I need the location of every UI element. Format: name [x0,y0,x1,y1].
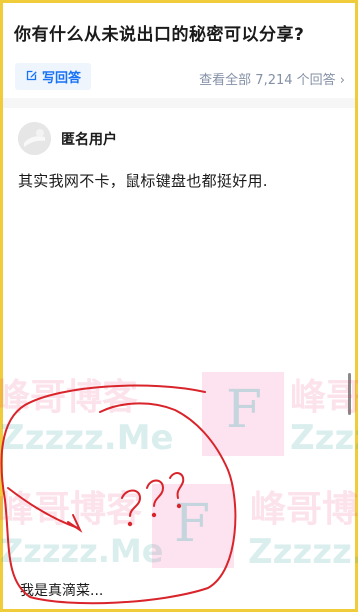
view-all-answers-link[interactable]: 查看全部 7,214 个回答 › [199,69,345,88]
question-title[interactable]: 你有什么从未说出口的秘密可以分享? [14,20,304,45]
watermark-letter: F [174,494,211,554]
answer-content[interactable]: 其实我网不卡，鼠标键盘也都挺好用. [18,170,268,191]
author-name[interactable]: 匿名用户 [61,129,117,149]
watermark-text: 峰哥博客 [0,377,139,418]
write-answer-button[interactable]: 写回答 [15,63,91,90]
edit-icon [25,67,38,86]
answer-truncated-text[interactable]: 我是真滴菜... [20,580,103,600]
watermark-text: Zzzzz.Me [248,532,358,572]
write-answer-label: 写回答 [41,71,81,86]
section-divider [3,98,355,108]
chevron-right-icon: › [339,73,345,88]
watermark-text: 峰哥博客 [250,489,358,530]
watermark-text: Zzzzz.Me [0,418,174,458]
watermark-text: Zzzzz.Me [0,532,164,570]
answer-author[interactable]: 匿名用户 [18,122,117,155]
watermark-text: 峰哥博客 [0,489,143,530]
watermark-letter: F [226,380,263,440]
watermark-text: 峰哥博客 [290,377,358,418]
anonymous-avatar-icon[interactable] [18,122,51,155]
answer-action-bar: 写回答 查看全部 7,214 个回答 › [3,60,355,94]
view-all-label: 查看全部 7,214 个回答 [199,73,336,88]
watermark-text: Zzzzz.Me [290,418,358,458]
